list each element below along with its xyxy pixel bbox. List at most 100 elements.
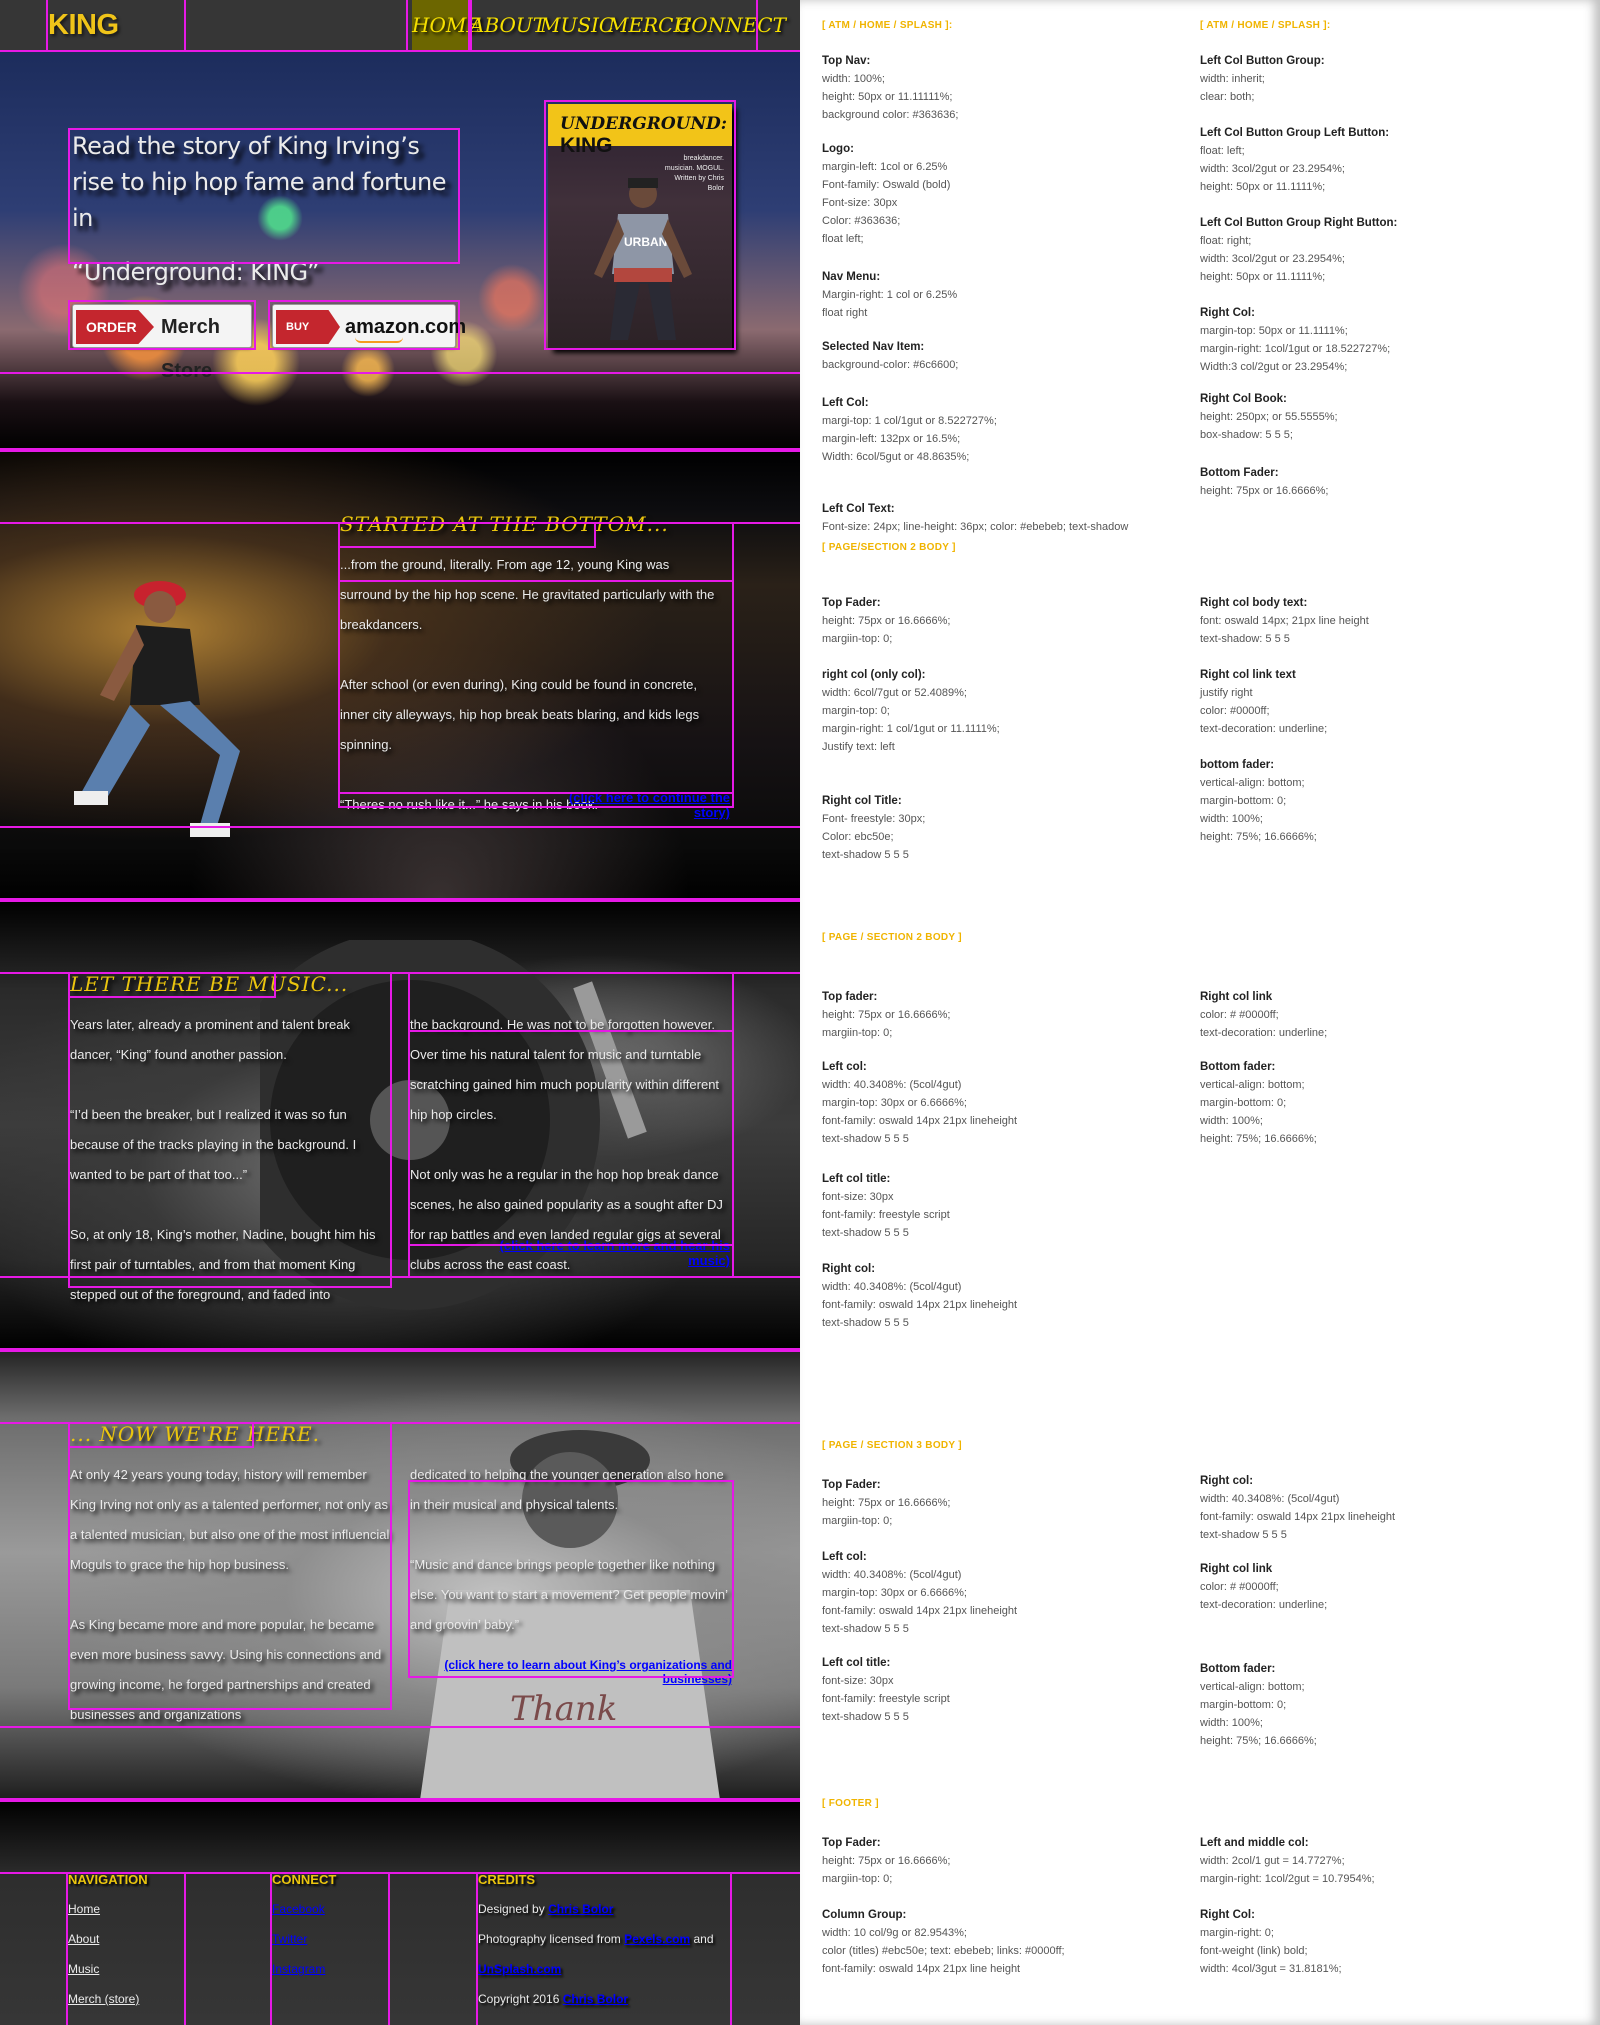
spec-block-line: box-shadow: 5 5 5; [1200, 429, 1293, 441]
spec-block-line: Font-family: Oswald (bold) [822, 179, 951, 191]
spec-block-title: Right Col Book: [1200, 393, 1287, 405]
spec-block: Bottom Fader: height: 75px or 16.6666%; [1200, 464, 1540, 500]
spec-block-line: width: 40.3408%: (5col/4gut) [822, 1079, 962, 1091]
spec-block-line: width: 100%; [822, 73, 885, 85]
spec-block-line: margiin-top: 0; [822, 633, 893, 645]
spec-block-line: text-shadow 5 5 5 [822, 849, 909, 861]
spec-block-line: font-family: oswald 14px 21px lineheight [822, 1299, 1018, 1311]
spec-block: Bottom fader: vertical-align: bottom; marg… [1200, 1058, 1540, 1148]
spec-block-line: Font- freestyle: 30px; [822, 813, 926, 825]
spec-block-title: Right col: [822, 1263, 876, 1275]
spec-block-title: Selected Nav Item: [822, 341, 925, 353]
spec-block-line: height: 75%; 16.6666%; [1200, 1133, 1317, 1145]
guide-box [338, 522, 596, 548]
spec-block-line: vertical-align: bottom; [1200, 1681, 1305, 1693]
spec-block-line: Width: 6col/5gut or 48.8635%; [822, 451, 970, 463]
guide-box [68, 972, 392, 1288]
spec-block-title: Top Fader: [822, 597, 881, 609]
spec-block-line: Font-size: 24px; line-height: 36px; colo… [822, 521, 1129, 533]
guide-box [0, 372, 800, 452]
spec-block-title: Right col body text: [1200, 597, 1308, 609]
spec-block: Right col Title: Font- freestyle: 30px; Co… [822, 792, 1162, 864]
spec-block-line: text-shadow 5 5 5 [822, 1133, 909, 1145]
spec-section-header: [ ATM / HOME / SPLASH ]: [1200, 20, 1331, 31]
spec-block: Top Fader: height: 75px or 16.6666%; margi… [822, 594, 1162, 648]
spec-section-header: [ PAGE / SECTION 3 BODY ] [822, 1440, 962, 1451]
spec-block-line: margin-bottom: 0; [1200, 1097, 1287, 1109]
spec-block-line: width: 3col/2gut or 23.2954%; [1200, 253, 1345, 265]
spec-block-line: vertical-align: bottom; [1200, 777, 1305, 789]
guide-box [68, 1422, 254, 1448]
spec-block-title: Top fader: [822, 991, 878, 1003]
spec-block: Left col: width: 40.3408%: (5col/4gut) mar… [822, 1548, 1162, 1638]
spec-block-line: font-family: freestyle script [822, 1693, 950, 1705]
spec-block-line: margiin-top: 0; [822, 1873, 893, 1885]
spec-block-line: font-weight (link) bold; [1200, 1945, 1308, 1957]
spec-block: Right col: width: 40.3408%: (5col/4gut) fo… [822, 1260, 1162, 1332]
spec-block: Right Col: margin-top: 50px or 11.1111%; m… [1200, 304, 1540, 376]
spec-block-line: text-decoration: underline; [1200, 1027, 1328, 1039]
spec-block-line: margin-right: 0; [1200, 1927, 1274, 1939]
spec-block-line: clear: both; [1200, 91, 1255, 103]
spec-block-title: Left Col Button Group Right Button: [1200, 217, 1398, 229]
spec-block: Right Col: margin-right: 0; font-weight (l… [1200, 1906, 1540, 1978]
spec-block-line: Width:3 col/2gut or 23.2954%; [1200, 361, 1348, 373]
spec-block-title: Right col link [1200, 1563, 1273, 1575]
spec-block: Left Col Button Group: width: inherit; cle… [1200, 52, 1540, 106]
guide-box [338, 580, 734, 794]
spec-block-title: Column Group: [822, 1909, 907, 1921]
spec-block-line: color: # #0000ff; [1200, 1009, 1279, 1021]
site-mockup: KING IRVING HOME ABOUT MUSIC MERCH CONNE… [0, 0, 800, 2025]
spec-block-title: Left col: [822, 1551, 867, 1563]
spec-block-title: Bottom fader: [1200, 1061, 1276, 1073]
spec-block-title: Left Col: [822, 397, 869, 409]
spec-block-line: width: 40.3408%: (5col/4gut) [822, 1281, 962, 1293]
spec-block: Left col title: font-size: 30px font-famil… [822, 1654, 1162, 1726]
spec-block-title: Logo: [822, 143, 854, 155]
spec-block-line: height: 50px or 11.1111%; [1200, 271, 1326, 283]
spec-block-line: font-family: oswald 14px 21px line heigh… [822, 1963, 1021, 1975]
spec-block-line: text-shadow 5 5 5 [822, 1317, 909, 1329]
spec-block-line: color: #0000ff; [1200, 705, 1270, 717]
spec-notes: [ ATM / HOME / SPLASH ]: Top Nav: width: 1… [800, 0, 1600, 2025]
spec-block-line: Font-size: 30px [822, 197, 898, 209]
spec-block: Right col link color: # #0000ff; text-deco… [1200, 1560, 1540, 1614]
spec-block-title: Top Nav: [822, 55, 871, 67]
spec-block-line: height: 50px or 11.11111%; [822, 91, 953, 103]
spec-block-line: width: 10 col/9g or 82.9543%; [822, 1927, 967, 1939]
spec-block-line: vertical-align: bottom; [1200, 1079, 1305, 1091]
spec-block-line: margin-bottom: 0; [1200, 1699, 1287, 1711]
spec-block-title: Top Fader: [822, 1479, 881, 1491]
spec-block-line: height: 50px or 11.1111%; [1200, 181, 1326, 193]
spec-block-line: width: 6col/7gut or 52.4089%; [822, 687, 967, 699]
spec-block-line: margin-top: 30px or 6.6666%; [822, 1587, 967, 1599]
spec-block-line: width: 100%; [1200, 1115, 1263, 1127]
spec-block: Left Col Button Group Left Button: float:… [1200, 124, 1540, 196]
spec-block-line: height: 75px or 16.6666%; [822, 1009, 951, 1021]
spec-block-line: margin-left: 1col or 6.25% [822, 161, 948, 173]
spec-block-line: float: right; [1200, 235, 1252, 247]
spec-block: Left Col: margi-top: 1 col/1gut or 8.5227… [822, 394, 1162, 466]
spec-block-line: height: 250px; or 55.5555%; [1200, 411, 1338, 423]
spec-block: Top Fader: height: 75px or 16.6666%; margi… [822, 1476, 1162, 1530]
spec-block-line: font-family: oswald 14px 21px lineheight [822, 1115, 1018, 1127]
spec-block-line: margin-right: 1col/1gut or 18.522727%; [1200, 343, 1391, 355]
spec-block: Nav Menu: Margin-right: 1 col or 6.25% flo… [822, 268, 1162, 322]
spec-block-title: Right col link [1200, 991, 1273, 1003]
spec-block: Right col body text: font: oswald 14px; 2… [1200, 594, 1540, 648]
spec-block-line: text-shadow 5 5 5 [822, 1227, 909, 1239]
spec-block-line: margiin-top: 0; [822, 1027, 893, 1039]
spec-block-line: margiin-top: 0; [822, 1515, 893, 1527]
spec-block: Top Fader: height: 75px or 16.6666%; margi… [822, 1834, 1162, 1888]
spec-block-title: Bottom fader: [1200, 1663, 1276, 1675]
spec-block: Right Col Book: height: 250px; or 55.5555… [1200, 390, 1540, 444]
spec-block-line: margin-top: 30px or 6.6666%; [822, 1097, 967, 1109]
spec-block-title: Left col title: [822, 1173, 891, 1185]
spec-block-line: height: 75px or 16.6666%; [1200, 485, 1329, 497]
spec-block-line: margin-bottom: 0; [1200, 795, 1287, 807]
spec-block-line: Color: #363636; [822, 215, 901, 227]
spec-block-line: text-shadow 5 5 5 [1200, 1529, 1287, 1541]
guide-box [270, 1872, 390, 2025]
spec-block-line: color: # #0000ff; [1200, 1581, 1279, 1593]
spec-block-line: margin-top: 0; [822, 705, 890, 717]
